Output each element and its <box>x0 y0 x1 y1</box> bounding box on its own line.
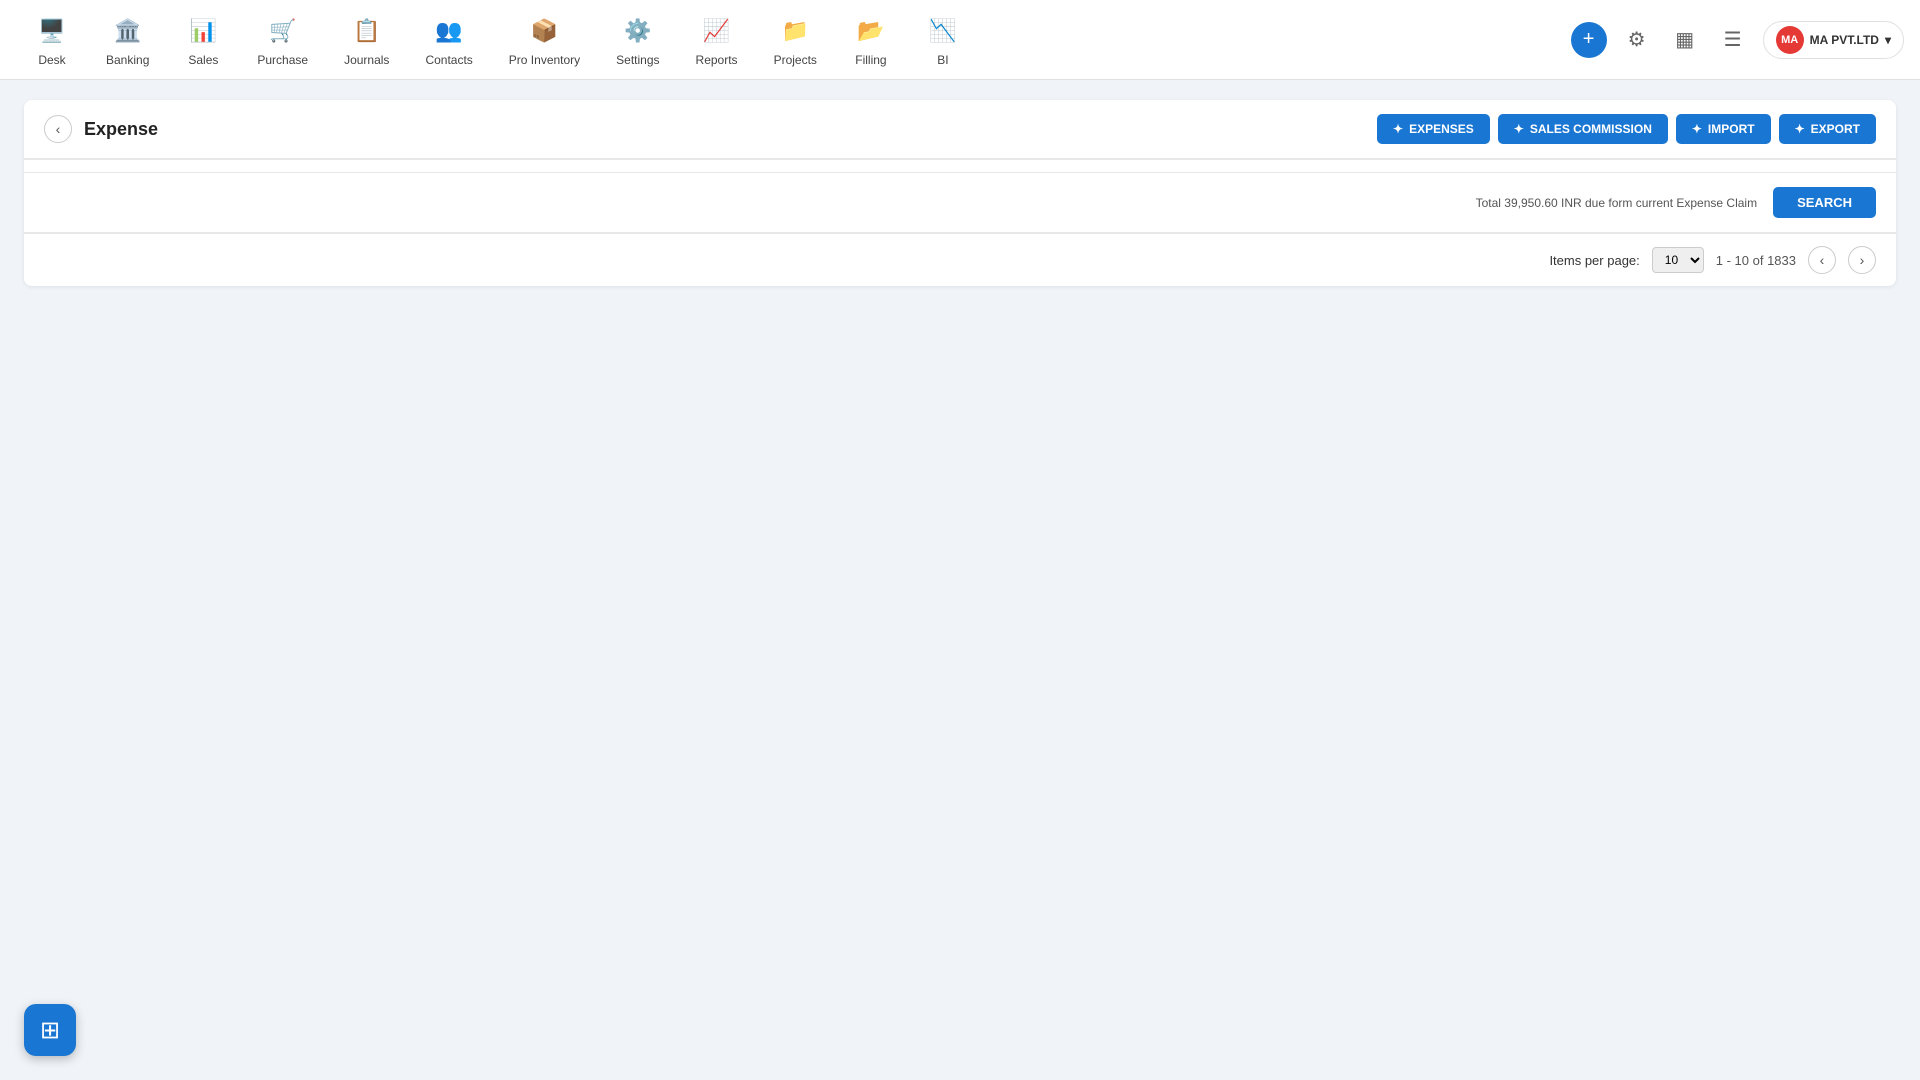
user-badge[interactable]: MA MA PVT.LTD ▾ <box>1763 21 1904 59</box>
back-button[interactable]: ‹ <box>44 115 72 143</box>
nav-item-bi[interactable]: 📉 BI <box>907 5 979 75</box>
expenses-btn[interactable]: ✦EXPENSES <box>1377 114 1490 144</box>
page-title: Expense <box>84 119 158 140</box>
nav-item-reports[interactable]: 📈 Reports <box>678 5 756 75</box>
pro-inventory-label: Pro Inventory <box>509 53 580 67</box>
sales-label: Sales <box>188 53 218 67</box>
search-button[interactable]: SEARCH <box>1773 187 1876 218</box>
banking-label: Banking <box>106 53 149 67</box>
sales-icon: 📊 <box>185 13 221 49</box>
bi-icon: 📉 <box>925 13 961 49</box>
projects-label: Projects <box>774 53 817 67</box>
sales-commission-btn-icon: ✦ <box>1514 122 1524 136</box>
user-avatar: MA <box>1776 26 1804 54</box>
import-btn[interactable]: ✦IMPORT <box>1676 114 1771 144</box>
sales-commission-btn[interactable]: ✦SALES COMMISSION <box>1498 114 1668 144</box>
filter-tabs-container <box>24 160 1896 173</box>
bi-label: BI <box>937 53 948 67</box>
nav-item-contacts[interactable]: 👥 Contacts <box>407 5 490 75</box>
banking-icon: 🏛️ <box>110 13 146 49</box>
nav-item-sales[interactable]: 📊 Sales <box>167 5 239 75</box>
projects-icon: 📁 <box>777 13 813 49</box>
page-header-left: ‹ Expense <box>44 115 158 143</box>
purchase-icon: 🛒 <box>265 13 301 49</box>
journals-label: Journals <box>344 53 389 67</box>
nav-item-settings[interactable]: ⚙️ Settings <box>598 5 677 75</box>
header-buttons: ✦EXPENSES ✦SALES COMMISSION ✦IMPORT ✦EXPORT <box>1377 114 1876 144</box>
per-page-select[interactable]: 10 25 50 <box>1652 247 1704 273</box>
reports-label: Reports <box>696 53 738 67</box>
grid-shortcut-button[interactable]: ⊞ <box>24 1004 76 1056</box>
contacts-icon: 👥 <box>431 13 467 49</box>
settings-label: Settings <box>616 53 659 67</box>
contacts-label: Contacts <box>425 53 472 67</box>
page-info: 1 - 10 of 1833 <box>1716 253 1796 268</box>
prev-page-button[interactable]: ‹ <box>1808 246 1836 274</box>
grid-view-btn[interactable]: ▦ <box>1667 22 1703 58</box>
expense-card: ‹ Expense ✦EXPENSES ✦SALES COMMISSION ✦IMP… <box>24 100 1896 286</box>
nav-item-banking[interactable]: 🏛️ Banking <box>88 5 167 75</box>
desk-icon: 🖥️ <box>34 13 70 49</box>
page-header: ‹ Expense ✦EXPENSES ✦SALES COMMISSION ✦IMP… <box>24 100 1896 159</box>
filling-label: Filling <box>855 53 886 67</box>
nav-item-pro-inventory[interactable]: 📦 Pro Inventory <box>491 5 598 75</box>
total-info: Total 39,950.60 INR due form current Exp… <box>44 187 1773 218</box>
nav-item-filling[interactable]: 📂 Filling <box>835 5 907 75</box>
add-button[interactable]: + <box>1571 22 1607 58</box>
settings-icon-btn[interactable]: ⚙ <box>1619 22 1655 58</box>
main-content: ‹ Expense ✦EXPENSES ✦SALES COMMISSION ✦IMP… <box>0 80 1920 306</box>
settings-icon: ⚙️ <box>620 13 656 49</box>
nav-items: 🖥️ Desk 🏛️ Banking 📊 Sales 🛒 Purchase 📋 … <box>16 5 1571 75</box>
user-chevron: ▾ <box>1885 33 1891 47</box>
purchase-label: Purchase <box>257 53 308 67</box>
nav-item-desk[interactable]: 🖥️ Desk <box>16 5 88 75</box>
expenses-btn-icon: ✦ <box>1393 122 1403 136</box>
export-btn[interactable]: ✦EXPORT <box>1779 114 1876 144</box>
export-btn-icon: ✦ <box>1795 122 1805 136</box>
nav-item-projects[interactable]: 📁 Projects <box>756 5 835 75</box>
nav-right: + ⚙ ▦ ☰ MA MA PVT.LTD ▾ <box>1571 21 1904 59</box>
desk-label: Desk <box>38 53 65 67</box>
user-label: MA PVT.LTD <box>1810 33 1879 47</box>
reports-icon: 📈 <box>699 13 735 49</box>
items-per-page-label: Items per page: <box>1549 253 1639 268</box>
pro-inventory-icon: 📦 <box>526 13 562 49</box>
filling-icon: 📂 <box>853 13 889 49</box>
pagination: Items per page: 10 25 50 1 - 10 of 1833 … <box>24 233 1896 286</box>
search-area: Total 39,950.60 INR due form current Exp… <box>24 173 1896 233</box>
nav-item-purchase[interactable]: 🛒 Purchase <box>239 5 326 75</box>
list-view-btn[interactable]: ☰ <box>1715 22 1751 58</box>
import-btn-icon: ✦ <box>1692 122 1702 136</box>
next-page-button[interactable]: › <box>1848 246 1876 274</box>
journals-icon: 📋 <box>349 13 385 49</box>
nav-item-journals[interactable]: 📋 Journals <box>326 5 407 75</box>
top-nav: 🖥️ Desk 🏛️ Banking 📊 Sales 🛒 Purchase 📋 … <box>0 0 1920 80</box>
